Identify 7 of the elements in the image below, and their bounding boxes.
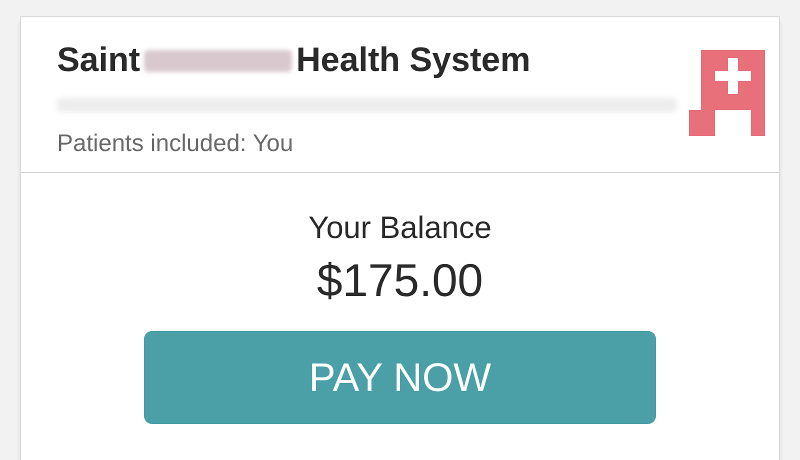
provider-name: Saint [57, 40, 140, 81]
balance-label: Your Balance [308, 209, 492, 247]
provider-name: Health System [296, 40, 530, 81]
pay-now-button[interactable]: PAY NOW [144, 331, 656, 424]
balance-amount: $175.00 [316, 252, 484, 308]
hospital-icon [689, 50, 765, 136]
patients-label: Patients included: You [57, 129, 294, 159]
